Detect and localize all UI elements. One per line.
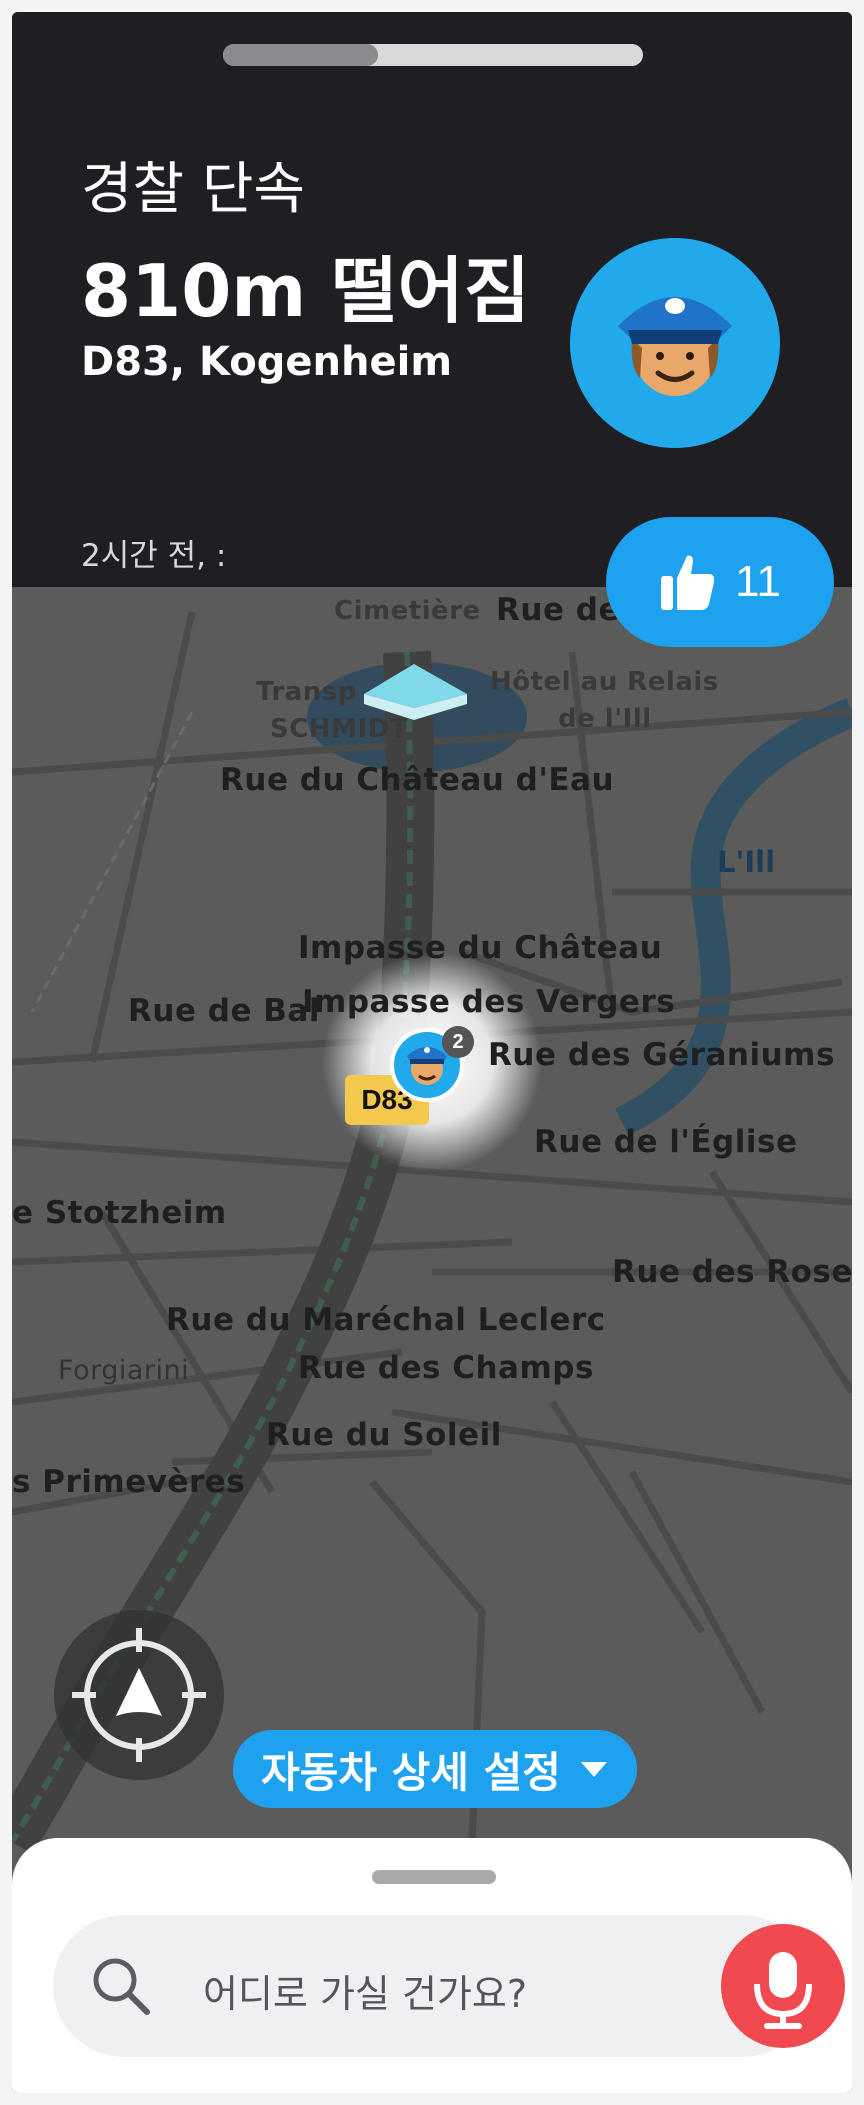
voice-search-button[interactable]	[721, 1924, 845, 2048]
street-label: Cimetière	[334, 596, 481, 626]
alert-distance: 810m 떨어짐	[81, 249, 531, 333]
street-label: Rue des Rose	[612, 1254, 852, 1290]
badge-count: 2	[452, 1030, 464, 1053]
alert-progress-bar	[223, 44, 643, 66]
search-input[interactable]: 어디로 가실 건가요?	[53, 1915, 845, 2057]
river-label: L'Ill	[717, 845, 776, 879]
area-label: Forgiarini	[58, 1355, 190, 1386]
street-label: Impasse du Château	[298, 930, 663, 966]
police-alert-card[interactable]: 경찰 단속 810m 떨어짐 D83, Kogenheim 2시간 전, :	[12, 12, 852, 587]
street-label: e Stotzheim	[12, 1195, 227, 1231]
street-label: Impasse des Vergers	[302, 984, 676, 1020]
street-label: Rue du Soleil	[266, 1417, 502, 1453]
search-icon	[93, 1958, 150, 2015]
street-label: Rue des Géraniums	[488, 1037, 835, 1073]
police-icon-badge	[570, 238, 780, 448]
alert-time: 2시간 전, :	[81, 538, 227, 574]
report-count-badge: 2	[442, 1026, 474, 1058]
police-report-marker[interactable]: 2	[390, 1026, 474, 1102]
thanks-count: 11	[735, 557, 781, 606]
street-label: Rue de Bal	[128, 993, 320, 1029]
search-placeholder: 어디로 가실 건가요?	[203, 1972, 528, 2016]
thanks-button[interactable]: 11	[606, 517, 834, 647]
street-label: Rue de l'Église	[534, 1124, 798, 1160]
street-label: Rue du Maréchal Leclerc	[166, 1302, 606, 1338]
chevron-down-icon	[580, 1762, 607, 1777]
street-label: Rue de	[496, 592, 620, 628]
recenter-button[interactable]	[54, 1610, 224, 1780]
street-label: Rue du Château d'Eau	[220, 762, 615, 798]
street-label: Rue des Champs	[298, 1350, 594, 1386]
street-label: s Primevères	[12, 1464, 246, 1500]
street-label: de l'Ill	[558, 704, 652, 734]
search-bottom-sheet[interactable]: 어디로 가실 건가요?	[12, 1838, 852, 2093]
car-settings-label: 자동차 상세 설정	[261, 1747, 561, 1797]
alert-location: D83, Kogenheim	[81, 339, 452, 385]
police-officer-icon	[618, 297, 732, 396]
microphone-icon	[754, 1952, 812, 2029]
street-label: Hôtel au Relais	[490, 667, 719, 697]
car-settings-button[interactable]: 자동차 상세 설정	[233, 1730, 637, 1808]
street-label: Transp	[256, 677, 357, 707]
alert-type: 경찰 단속	[81, 157, 305, 222]
street-label: SCHMIDT	[270, 714, 408, 744]
sheet-drag-handle[interactable]	[372, 1870, 496, 1884]
recenter-compass-icon	[72, 1628, 206, 1762]
thumbs-up-icon	[661, 555, 715, 610]
alert-progress-fill	[223, 44, 379, 66]
app-screen: Cimetière Rue de Transp SCHMIDT Hôtel au…	[12, 12, 852, 2093]
